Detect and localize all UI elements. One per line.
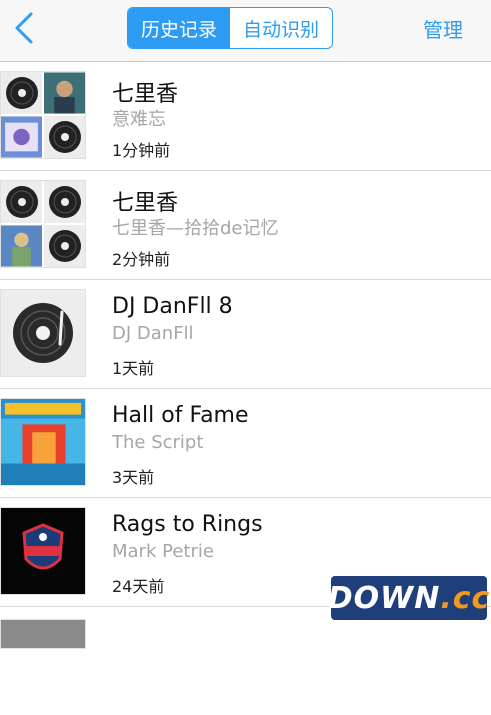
album-art	[0, 398, 86, 486]
list-item[interactable]: 七里香 七里香—拾拾de记忆 2分钟前	[0, 171, 491, 280]
list-item[interactable]: DJ DanFll 8 DJ DanFll 1天前	[0, 280, 491, 389]
song-title: Rags to Rings	[112, 512, 263, 537]
album-cover-image	[22, 523, 64, 570]
artist-name: Mark Petrie	[112, 541, 214, 562]
tab-history[interactable]: 历史记录	[128, 8, 230, 48]
album-art	[0, 71, 86, 159]
vinyl-record-icon	[48, 186, 81, 218]
song-title: 七里香	[112, 82, 179, 107]
album-art	[0, 619, 86, 649]
album-art	[0, 180, 86, 268]
artist-name: The Script	[112, 432, 204, 453]
list-item[interactable]: Hall of Fame The Script 3天前	[0, 389, 491, 498]
song-title: 七里香	[112, 191, 179, 216]
album-art	[0, 507, 86, 595]
list-item[interactable]	[0, 607, 491, 715]
timestamp: 3天前	[112, 468, 155, 487]
vinyl-record-icon	[5, 186, 38, 218]
vinyl-record-icon	[5, 77, 38, 109]
album-photo	[1, 225, 42, 267]
segmented-control: 历史记录 自动识别	[127, 7, 333, 49]
tab-auto-recognize[interactable]: 自动识别	[230, 8, 332, 48]
watermark-suffix: .cc	[440, 580, 491, 616]
artist-name: DJ DanFll	[112, 323, 194, 344]
album-name: 七里香—拾拾de记忆	[112, 218, 279, 239]
chevron-left-icon	[15, 12, 33, 44]
timestamp: 1天前	[112, 359, 155, 378]
watermark-text: DOWN	[327, 580, 441, 616]
vinyl-record-icon	[48, 121, 81, 153]
song-title: Hall of Fame	[112, 403, 249, 428]
album-photo	[44, 72, 85, 114]
timestamp: 1分钟前	[112, 141, 171, 160]
timestamp: 24天前	[112, 577, 165, 596]
album-name: 意难忘	[112, 109, 166, 130]
album-art	[0, 289, 86, 377]
vinyl-record-icon	[48, 230, 81, 262]
navigation-bar: 历史记录 自动识别 管理	[0, 0, 491, 62]
vinyl-record-icon	[13, 303, 73, 363]
back-button[interactable]	[6, 8, 42, 48]
manage-button[interactable]: 管理	[423, 14, 463, 43]
album-cover-image	[1, 399, 85, 485]
album-photo	[1, 116, 42, 158]
song-title: DJ DanFll 8	[112, 294, 233, 319]
list-item[interactable]: 七里香 意难忘 1分钟前	[0, 62, 491, 171]
watermark-logo: DOWN .cc	[327, 576, 491, 620]
timestamp: 2分钟前	[112, 250, 171, 269]
